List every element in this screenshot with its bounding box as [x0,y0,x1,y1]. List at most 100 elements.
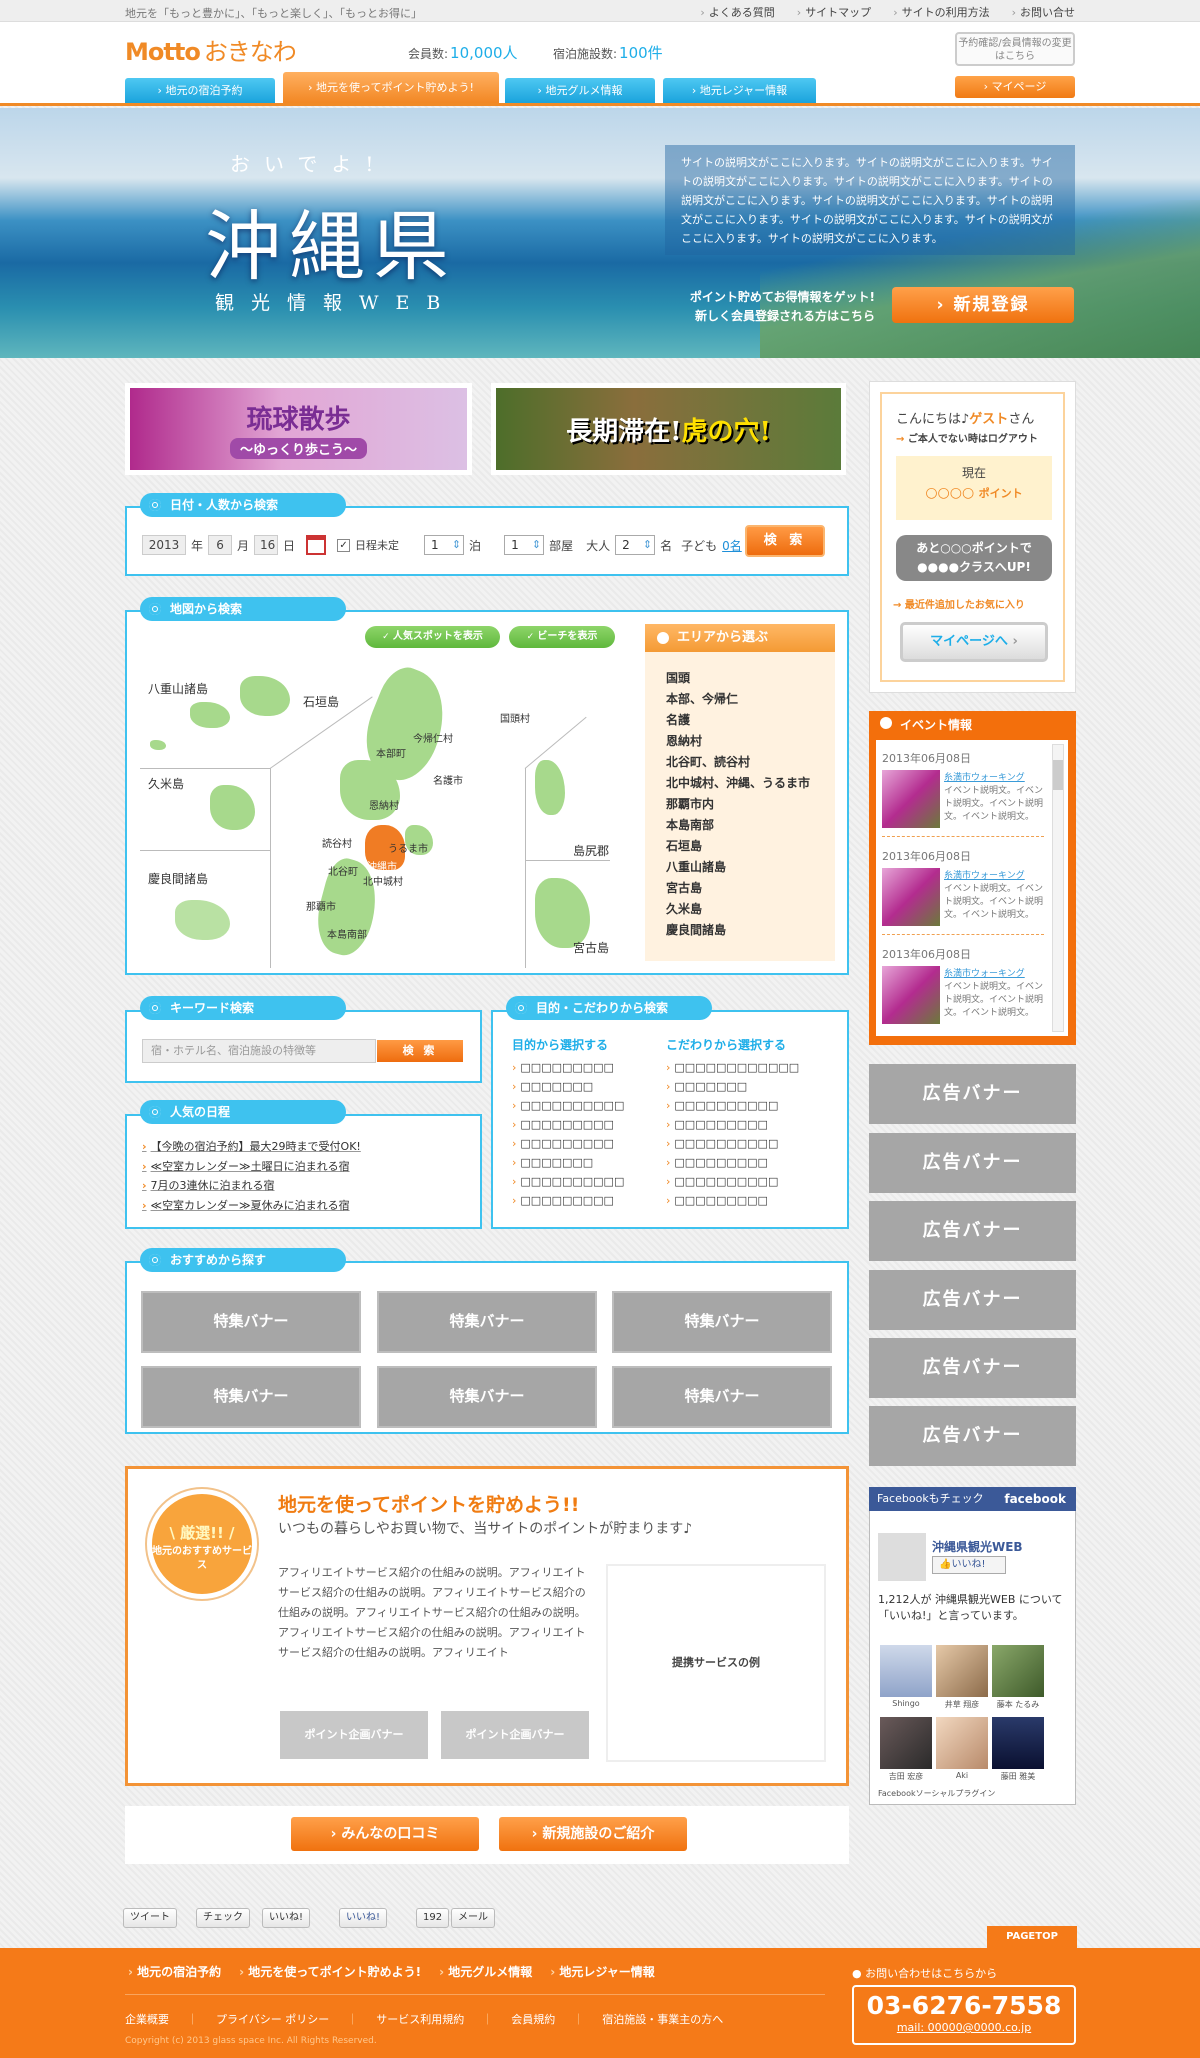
map-label-south[interactable]: 本島南部 [327,926,367,941]
area-item[interactable]: 宮古島 [666,878,810,899]
fan-avatar[interactable] [936,1645,988,1697]
purpose-item[interactable]: □□□□□□□□□ [512,1115,624,1134]
ad-banner[interactable]: 広告バナー [869,1406,1076,1466]
nights-select[interactable]: 1 [424,535,465,555]
fan-avatar[interactable] [936,1717,988,1769]
preference-item[interactable]: □□□□□□□□□ [666,1191,799,1210]
feature-banner[interactable]: 特集バナー [141,1291,361,1353]
site-logo[interactable]: Motto おきなわ [125,32,297,67]
undecided-checkbox[interactable]: ✓ [337,538,351,552]
popular-item[interactable]: ≪空室カレンダー≫夏休みに泊まれる宿 [142,1196,361,1216]
map-label-uruma[interactable]: うるま市 [388,840,428,855]
area-item[interactable]: 北谷町、読谷村 [666,752,810,773]
events-list[interactable]: 2013年06月08日 糸満市ウォーキング イベント説明文。イベント説明文。イベント… [876,740,1068,1036]
footer-link-company[interactable]: 企業概要 [125,2013,198,2026]
kume-island[interactable] [210,785,255,830]
new-facilities-button[interactable]: 新規施設のご紹介 [499,1817,687,1851]
area-item[interactable]: 久米島 [666,899,810,920]
preference-item[interactable]: □□□□□□□□□□ [666,1134,799,1153]
facebook-like-button[interactable]: 👍いいね! [932,1556,1006,1574]
ishigaki-island[interactable] [240,676,290,716]
area-item[interactable]: 八重山諸島 [666,857,810,878]
faq-link[interactable]: よくある質問 [700,4,775,20]
adults-select[interactable]: 2 [615,535,656,555]
map-label-motobu[interactable]: 本部町 [376,745,406,760]
ad-banner[interactable]: 広告バナー [869,1338,1076,1398]
footer-link-member-terms[interactable]: 会員規約 [511,2013,584,2026]
day-field[interactable]: 16 [254,535,279,555]
rooms-select[interactable]: 1 [504,535,545,555]
fb-like-button[interactable]: いいね! [339,1908,388,1928]
footer-link-privacy[interactable]: プライバシー ポリシー [216,2013,358,2026]
footer-link-terms[interactable]: サービス利用規約 [376,2013,493,2026]
area-item[interactable]: 恩納村 [666,731,810,752]
partner-example[interactable]: 提携サービスの例 [606,1564,826,1762]
footer-link-business[interactable]: 宿泊施設・事業主の方へ [602,2013,723,2026]
recent-favorites-link[interactable]: 最近件追加したお気に入り [893,596,1025,611]
tab-gourmet[interactable]: 地元グルメ情報 [505,78,655,103]
year-field[interactable]: 2013 [142,535,186,555]
ad-banner[interactable]: 広告バナー [869,1064,1076,1124]
event-item[interactable]: 2013年06月08日 糸満市ウォーキング イベント説明文。イベント説明文。イベント… [882,750,1044,837]
promo-longstay-banner[interactable]: 長期滞在! 虎の穴! [491,383,846,475]
purpose-item[interactable]: □□□□□□□□□ [512,1058,624,1077]
ad-banner[interactable]: 広告バナー [869,1270,1076,1330]
keyword-input[interactable]: 宿・ホテル名、宿泊施設の特徴等 [142,1039,376,1063]
iine-button[interactable]: いいね! [262,1908,311,1928]
keyword-search-button[interactable]: 検 索 [377,1040,463,1062]
ad-banner[interactable]: 広告バナー [869,1133,1076,1193]
yaeyama-island[interactable] [190,702,230,728]
preference-item[interactable]: □□□□□□□□□ [666,1115,799,1134]
map-label-onna[interactable]: 恩納村 [369,797,399,812]
mypage-sidebar-button[interactable]: マイページへ [900,622,1048,662]
map-label-naha[interactable]: 那覇市 [306,898,336,913]
event-item[interactable]: 2013年06月08日 糸満市ウォーキング イベント説明文。イベント説明文。イベント… [882,946,1044,1024]
preference-item[interactable]: □□□□□□□□□□ [666,1172,799,1191]
popular-item[interactable]: 7月の3連休に泊まれる宿 [142,1176,361,1196]
area-item[interactable]: 本部、今帰仁 [666,689,810,710]
tab-points[interactable]: 地元を使ってポイント貯めよう! [283,72,499,103]
mypage-button[interactable]: マイページ [955,76,1075,98]
event-title[interactable]: 糸満市ウォーキング [944,868,1025,881]
contact-phone[interactable]: 03-6276-7558 [854,1991,1074,2020]
beach-toggle[interactable]: ビーチを表示 [509,626,615,648]
map-label-kunigami[interactable]: 国頭村 [500,710,530,725]
map-label-chatan[interactable]: 北谷町 [328,863,358,878]
purpose-item[interactable]: □□□□□□□□□□ [512,1096,624,1115]
map-label-nakijin[interactable]: 今帰仁村 [413,730,453,745]
mail-button[interactable]: メール [451,1908,495,1928]
area-item[interactable]: 那覇市内 [666,794,810,815]
miyako-island[interactable] [535,878,590,948]
fan-avatar[interactable] [992,1645,1044,1697]
map-label-yaeyama[interactable]: 八重山諸島 [148,680,208,697]
facebook-page-name[interactable]: 沖縄県観光WEB [932,1538,1023,1555]
tab-stay[interactable]: 地元の宿泊予約 [125,78,275,103]
footer-nav-leisure[interactable]: 地元レジャー情報 [550,1963,654,1980]
children-link[interactable]: 0名 [722,537,742,554]
purpose-item[interactable]: □□□□□□□ [512,1153,624,1172]
yaeyama-islet[interactable] [150,740,166,750]
purpose-item[interactable]: □□□□□□□□□□ [512,1172,624,1191]
area-item[interactable]: 名護 [666,710,810,731]
month-field[interactable]: 6 [208,535,233,555]
fan-avatar[interactable] [880,1717,932,1769]
map-label-yomitan[interactable]: 読谷村 [322,835,352,850]
promo-ryukyu-banner[interactable]: 琉球散歩 〜ゆっくり歩こう〜 [125,383,472,475]
purpose-item[interactable]: □□□□□□□ [512,1077,624,1096]
area-item[interactable]: 国頭 [666,668,810,689]
tab-leisure[interactable]: 地元レジャー情報 [663,78,816,103]
event-title[interactable]: 糸満市ウォーキング [944,770,1025,783]
purpose-item[interactable]: □□□□□□□□□ [512,1191,624,1210]
howto-link[interactable]: サイトの利用方法 [893,4,990,20]
popular-item[interactable]: 【今晩の宿泊予約】最大29時まで受付OK! [142,1137,361,1157]
map-label-miyako[interactable]: 宮古島 [573,939,609,956]
kerama-islands[interactable] [175,900,230,940]
preference-item[interactable]: □□□□□□□□□ [666,1153,799,1172]
area-item[interactable]: 慶良間諸島 [666,920,810,941]
event-title[interactable]: 糸満市ウォーキング [944,966,1025,979]
contact-link[interactable]: お問い合せ [1012,4,1075,20]
purpose-item[interactable]: □□□□□□□□□ [512,1134,624,1153]
pagetop-button[interactable]: PAGETOP [987,1926,1077,1948]
feature-banner[interactable]: 特集バナー [141,1366,361,1428]
feature-banner[interactable]: 特集バナー [377,1291,597,1353]
